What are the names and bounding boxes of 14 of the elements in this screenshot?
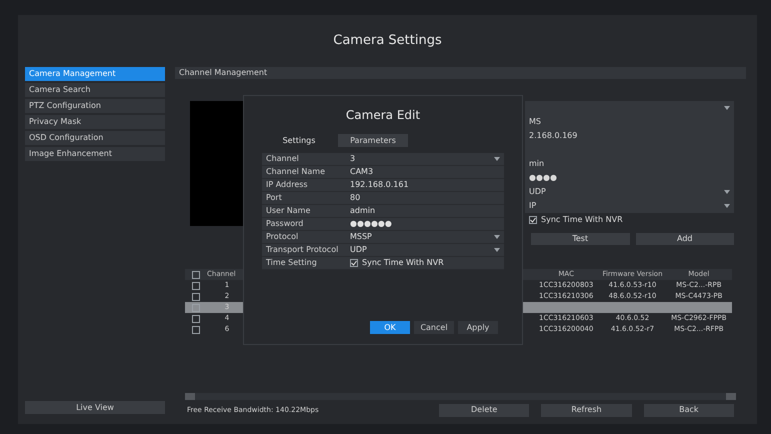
checkbox-label: Sync Time With NVR (541, 214, 623, 226)
field-label: Channel (265, 153, 300, 165)
field-label: Transport Protocol (265, 244, 340, 256)
section-header: Channel Management (175, 67, 746, 79)
field-label: Time Setting (265, 257, 318, 269)
window-title: Camera Settings (333, 32, 442, 50)
dialog-title: Camera Edit (346, 107, 420, 124)
field-label: Protocol (265, 231, 300, 243)
field-label: IP Address (265, 179, 309, 191)
checkbox-label: Sync Time With NVR (362, 257, 444, 269)
field-label: Port (265, 192, 283, 204)
field-label: User Name (265, 205, 312, 217)
field-label: Password (265, 218, 304, 230)
field-label: Channel Name (265, 166, 326, 178)
